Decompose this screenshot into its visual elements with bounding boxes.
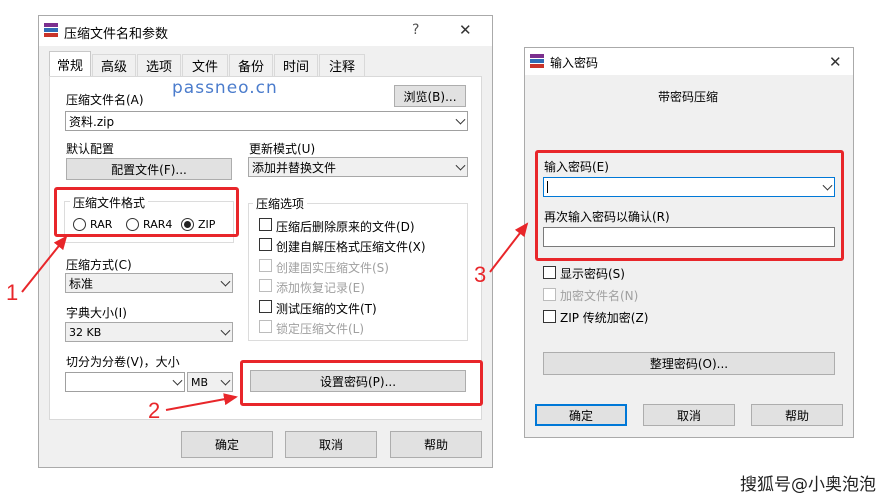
annotation-number-3: 3 (474, 262, 487, 287)
credit-text: 搜狐号@小奥泡泡 (740, 475, 876, 495)
arrow-3 (489, 222, 529, 273)
annotation-number-2: 2 (148, 398, 161, 423)
annotation-number-1: 1 (6, 280, 19, 305)
annotation-arrows (21, 222, 529, 411)
arrow-2 (165, 393, 238, 411)
arrow-1 (21, 235, 68, 293)
